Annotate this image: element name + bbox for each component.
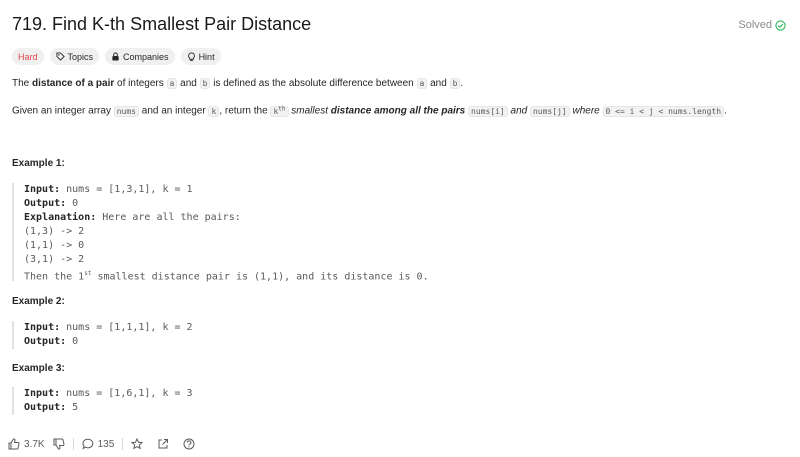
text: . xyxy=(724,105,727,117)
description-paragraph-2: Given an integer array nums and an integ… xyxy=(12,105,727,117)
bold-italic-text: distance among all the pairs xyxy=(330,105,466,117)
inline-code: b xyxy=(449,78,461,89)
example-1-title: Example 1: xyxy=(12,158,65,169)
input-value: nums = [1,6,1], k = 3 xyxy=(60,388,193,399)
bold-text: distance of a pair xyxy=(32,78,115,89)
superscript: th xyxy=(278,105,286,112)
companies-button[interactable]: Companies xyxy=(105,48,175,65)
italic-text: where xyxy=(569,105,603,117)
star-icon xyxy=(131,438,144,450)
output-label: Output: xyxy=(24,198,67,209)
final-text: smallest distance pair is (1,1), and its… xyxy=(91,271,429,283)
companies-label: Companies xyxy=(123,51,169,62)
check-circle-icon xyxy=(775,19,786,31)
output-label: Output: xyxy=(24,402,67,413)
inline-code: 0 <= i < j < nums.length xyxy=(602,105,725,117)
example-2-block: Input: nums = [1,1,1], k = 2 Output: 0 xyxy=(12,321,193,349)
inline-code: nums xyxy=(113,105,139,117)
output-value: 5 xyxy=(66,402,79,413)
share-button[interactable] xyxy=(157,438,169,450)
hint-button[interactable]: Hint xyxy=(180,48,221,65)
lock-icon xyxy=(111,52,120,61)
input-label: Input: xyxy=(24,388,61,399)
thumbs-up-icon xyxy=(8,438,20,450)
text: and xyxy=(427,78,450,89)
explanation-line: (1,1) -> 0 xyxy=(24,240,85,251)
text: of integers xyxy=(114,78,167,89)
explanation-label: Explanation: xyxy=(24,212,97,223)
favorite-button[interactable] xyxy=(131,438,144,450)
share-icon xyxy=(157,438,169,450)
divider xyxy=(72,438,74,450)
inline-code: k xyxy=(208,105,220,117)
solved-status: Solved xyxy=(738,19,786,31)
thumbs-down-icon xyxy=(53,438,65,450)
like-button[interactable]: 3.7K xyxy=(8,438,45,450)
input-value: nums = [1,1,1], k = 2 xyxy=(60,322,193,333)
italic-text: and xyxy=(507,105,530,117)
comment-icon xyxy=(82,438,94,450)
difficulty-badge: Hard xyxy=(12,48,44,65)
solved-label: Solved xyxy=(738,19,772,31)
topics-label: Topics xyxy=(67,51,94,62)
help-button[interactable] xyxy=(183,438,195,450)
comment-count: 135 xyxy=(97,438,115,450)
example-3-block: Input: nums = [1,6,1], k = 3 Output: 5 xyxy=(12,387,193,415)
example-1-block: Input: nums = [1,3,1], k = 1 Output: 0 E… xyxy=(12,183,429,283)
italic-text: smallest xyxy=(288,105,331,117)
topics-button[interactable]: Topics xyxy=(49,48,100,65)
output-value: 0 xyxy=(66,198,79,209)
input-label: Input: xyxy=(24,322,61,333)
question-circle-icon xyxy=(183,438,195,450)
inline-code-kth: kth xyxy=(270,105,289,117)
explanation-line: (1,3) -> 2 xyxy=(24,226,85,237)
inline-code: nums[j] xyxy=(529,105,570,117)
divider xyxy=(122,438,124,450)
problem-title: 719. Find K-th Smallest Pair Distance xyxy=(12,14,312,34)
inline-code: a xyxy=(166,78,178,89)
tag-row: Hard Topics Companies Hint xyxy=(12,48,221,65)
input-label: Input: xyxy=(24,184,61,195)
text: is defined as the absolute difference be… xyxy=(210,78,417,89)
example-2-title: Example 2: xyxy=(12,296,65,307)
text: The xyxy=(12,78,33,89)
lightbulb-icon xyxy=(187,51,196,62)
tag-icon xyxy=(55,52,65,61)
hint-label: Hint xyxy=(198,51,215,62)
difficulty-label: Hard xyxy=(18,51,38,62)
inline-code: nums[i] xyxy=(468,105,508,117)
output-label: Output: xyxy=(24,336,67,347)
description-paragraph-1: The distance of a pair of integers a and… xyxy=(12,78,463,89)
example-3-title: Example 3: xyxy=(12,363,65,374)
explanation-text: Here are all the pairs: xyxy=(96,212,241,223)
footer-toolbar: 3.7K 135 xyxy=(8,438,195,450)
output-value: 0 xyxy=(66,336,79,347)
inline-code: a xyxy=(416,78,428,89)
dislike-button[interactable] xyxy=(53,438,65,450)
text: . xyxy=(460,78,464,89)
comments-button[interactable]: 135 xyxy=(82,438,115,450)
text: , return the xyxy=(219,105,271,117)
explanation-line: (3,1) -> 2 xyxy=(24,254,85,265)
text: Given an integer array xyxy=(12,105,114,117)
input-value: nums = [1,3,1], k = 1 xyxy=(60,184,193,195)
inline-code: b xyxy=(199,78,211,89)
like-count: 3.7K xyxy=(24,438,45,450)
text: and xyxy=(177,78,200,89)
text: and an integer xyxy=(138,105,209,117)
final-text: Then the 1 xyxy=(24,271,85,283)
